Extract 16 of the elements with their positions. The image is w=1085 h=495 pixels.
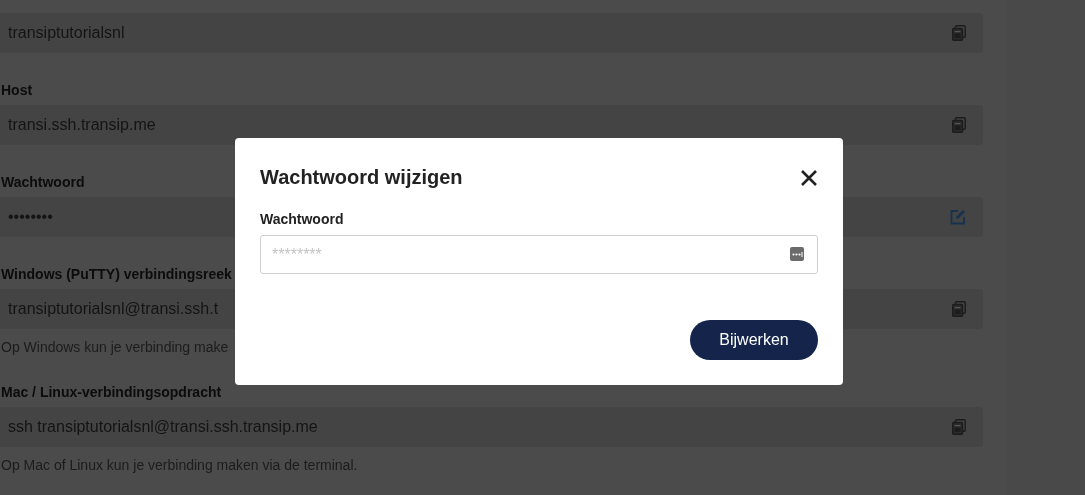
copy-icon[interactable] [952,419,966,435]
copy-icon[interactable] [952,25,966,41]
field-label: Mac / Linux-verbindingsopdracht [1,384,222,401]
password-field[interactable]: ******** [260,235,818,274]
field-value: •••••••• [8,208,53,226]
update-button[interactable]: Bijwerken [690,320,818,360]
copy-icon[interactable] [952,117,966,133]
password-manager-icon[interactable] [790,247,804,261]
field-label: Wachtwoord [1,174,85,191]
dialog-title: Wachtwoord wijzigen [260,166,463,189]
field-label: Wachtwoord [260,211,344,227]
field-label: Windows (PuTTY) verbindingsreek [1,266,232,283]
edit-icon[interactable] [950,209,966,225]
close-icon[interactable] [800,168,818,187]
copy-icon[interactable] [952,301,966,317]
field-label: Host [1,82,33,99]
